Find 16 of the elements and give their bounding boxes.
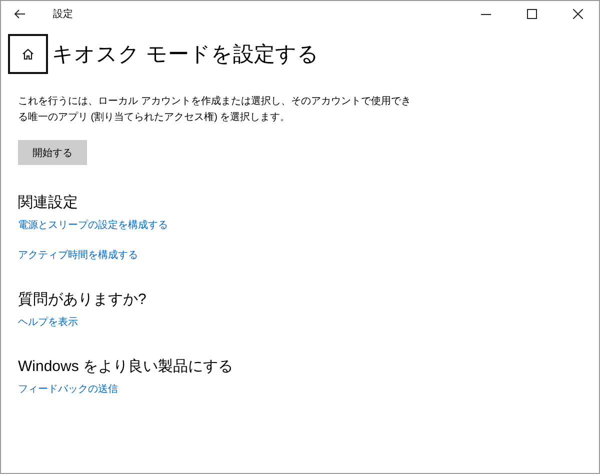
section-heading: 質問がありますか? (18, 290, 148, 309)
description-text: これを行うには、ローカル アカウントを作成または選択し、そのアカウントで使用できる唯一のアプリ (割り当てられたアクセス権) を選択します。 (18, 94, 412, 125)
maximize-icon[interactable] (527, 9, 537, 19)
settings-link[interactable]: ヘルプを表示 (18, 315, 78, 329)
back-icon[interactable] (14, 9, 26, 19)
section-heading: 関連設定 (18, 193, 79, 212)
start-button[interactable]: 開始する (18, 140, 87, 165)
settings-link[interactable]: フィードバックの送信 (18, 382, 118, 396)
home-icon (22, 48, 34, 60)
section-heading: Windows をより良い製品にする (18, 357, 234, 376)
home-button[interactable] (8, 34, 48, 74)
settings-link[interactable]: アクティブ時間を構成する (18, 248, 138, 262)
close-icon[interactable] (573, 9, 583, 19)
window-title: 設定 (53, 8, 73, 21)
settings-link[interactable]: 電源とスリープの設定を構成する (18, 218, 168, 232)
page-title: キオスク モードを設定する (52, 42, 319, 68)
